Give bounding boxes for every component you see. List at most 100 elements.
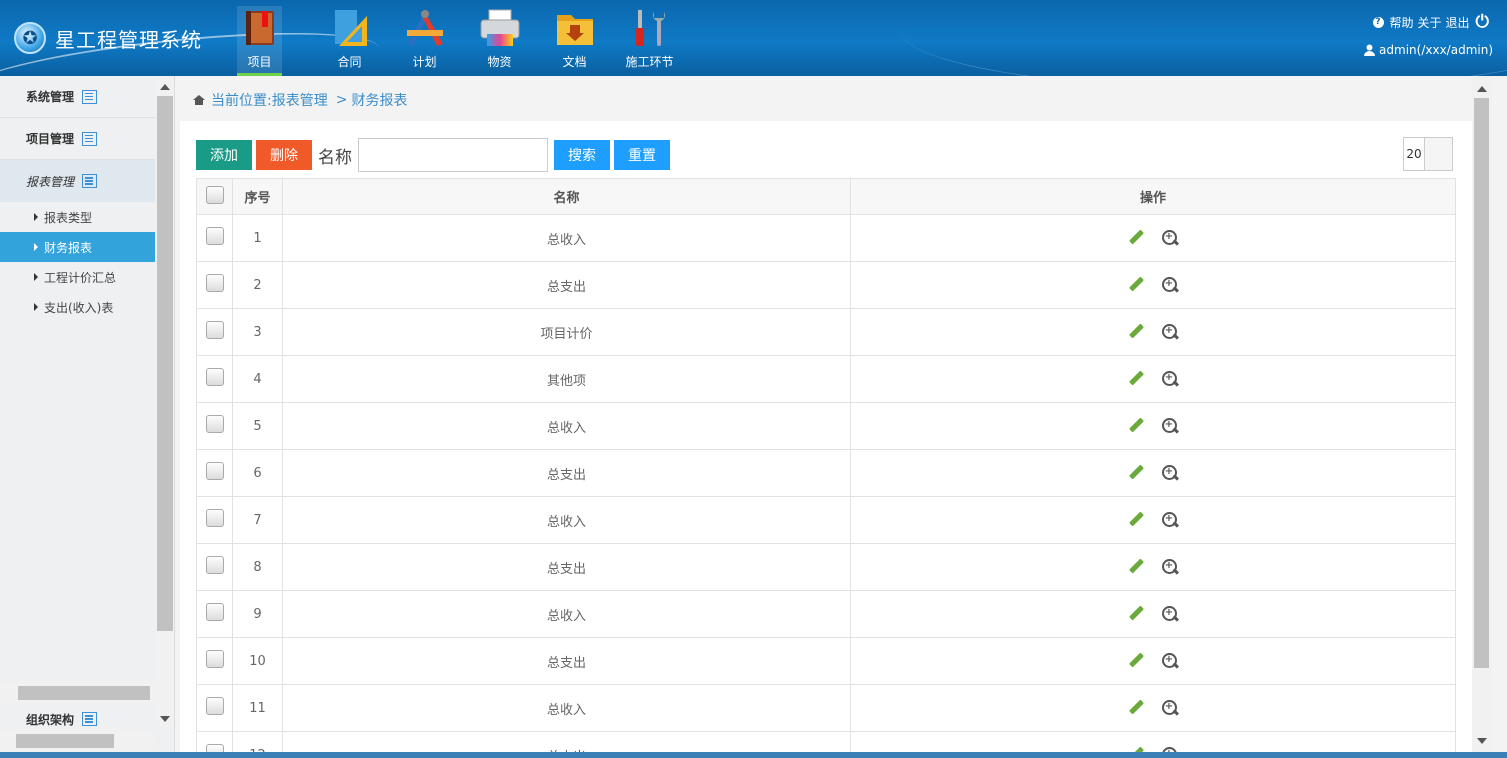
row-check-cell xyxy=(196,214,233,262)
sidebar-section-organization[interactable]: 组织架构 xyxy=(0,706,155,732)
book-icon xyxy=(237,6,282,50)
zoom-in-icon[interactable] xyxy=(1161,652,1179,670)
zoom-in-icon[interactable] xyxy=(1161,323,1179,341)
row-actions xyxy=(851,229,1455,247)
sidebar-inner-hscroll[interactable] xyxy=(0,684,155,702)
breadcrumb-current: 财务报表 xyxy=(351,93,408,109)
power-icon[interactable]: ⏻ xyxy=(1476,12,1489,32)
reset-button[interactable]: 重置 xyxy=(614,140,670,170)
edit-icon[interactable] xyxy=(1128,324,1144,340)
caret-right-icon xyxy=(34,273,38,281)
row-actions xyxy=(851,276,1455,294)
row-checkbox[interactable] xyxy=(205,415,224,433)
nav-item-contract[interactable]: 合同 xyxy=(312,6,387,76)
sidebar-item-pricing-summary[interactable]: 工程计价汇总 xyxy=(0,262,155,292)
edit-icon[interactable] xyxy=(1128,465,1144,481)
sidebar-item-expense-income[interactable]: 支出(收入)表 xyxy=(0,292,155,322)
edit-icon[interactable] xyxy=(1128,512,1144,528)
table-row: 6 总支出 xyxy=(196,449,1456,497)
scrollbar-thumb[interactable] xyxy=(157,96,173,631)
scrollbar-thumb[interactable] xyxy=(18,686,150,700)
nav-label: 合同 xyxy=(337,55,362,69)
zoom-in-icon[interactable] xyxy=(1161,605,1179,623)
row-actions xyxy=(851,605,1455,623)
zoom-in-icon[interactable] xyxy=(1161,558,1179,576)
row-no: 1 xyxy=(232,214,283,262)
edit-icon[interactable] xyxy=(1128,606,1144,622)
scroll-down-icon[interactable] xyxy=(160,716,170,722)
nav-item-construction[interactable]: 施工环节 xyxy=(612,6,687,76)
zoom-in-icon[interactable] xyxy=(1161,229,1179,247)
delete-button[interactable]: 删除 xyxy=(256,140,312,170)
sidebar-section-report[interactable]: 报表管理 xyxy=(0,160,155,202)
page-size-select[interactable]: 20 xyxy=(1403,137,1453,171)
row-checkbox[interactable] xyxy=(205,697,224,715)
nav-item-material[interactable]: 物资 xyxy=(462,6,537,76)
row-actions xyxy=(851,652,1455,670)
scroll-up-icon[interactable] xyxy=(1477,86,1487,92)
edit-icon[interactable] xyxy=(1128,559,1144,575)
sidebar-section-project[interactable]: 项目管理 xyxy=(0,118,155,160)
row-checkbox[interactable] xyxy=(205,509,224,527)
add-button[interactable]: 添加 xyxy=(196,140,252,170)
table-body: 1总收入2总支出3项目计价4其他项5总收入6总支出7总收入8总支出9总收入10总… xyxy=(196,214,1456,758)
row-checkbox[interactable] xyxy=(205,556,224,574)
scroll-down-icon[interactable] xyxy=(1477,738,1487,744)
row-no: 11 xyxy=(232,684,283,732)
scroll-up-icon[interactable] xyxy=(160,84,170,90)
tools-icon xyxy=(628,6,672,50)
help-link[interactable]: 帮助 xyxy=(1390,14,1414,31)
header-check-cell xyxy=(196,178,233,215)
sidebar-hscroll[interactable] xyxy=(0,732,155,750)
row-check-cell xyxy=(196,637,233,685)
row-checkbox[interactable] xyxy=(205,274,224,292)
scrollbar-thumb[interactable] xyxy=(16,734,114,748)
nav-item-plan[interactable]: 计划 xyxy=(387,6,462,76)
row-checkbox[interactable] xyxy=(205,462,224,480)
header-no: 序号 xyxy=(232,178,283,215)
about-link[interactable]: 关于 xyxy=(1418,14,1442,31)
sidebar-item-label: 报表类型 xyxy=(44,210,93,225)
bottom-bar xyxy=(0,752,1507,758)
row-no: 5 xyxy=(232,402,283,450)
nav-item-project[interactable]: 项目 xyxy=(237,6,282,76)
edit-icon[interactable] xyxy=(1128,653,1144,669)
zoom-in-icon[interactable] xyxy=(1161,370,1179,388)
edit-icon[interactable] xyxy=(1128,371,1144,387)
edit-icon[interactable] xyxy=(1128,230,1144,246)
scrollbar-thumb[interactable] xyxy=(1474,98,1489,668)
zoom-in-icon[interactable] xyxy=(1161,276,1179,294)
row-no: 8 xyxy=(232,543,283,591)
help-icon: ? xyxy=(1372,16,1384,28)
row-checkbox[interactable] xyxy=(205,227,224,245)
sidebar-section-system[interactable]: 系统管理 xyxy=(0,76,155,118)
edit-icon[interactable] xyxy=(1128,418,1144,434)
select-all-checkbox[interactable] xyxy=(205,185,224,204)
section-label: 项目管理 xyxy=(26,132,75,146)
edit-icon[interactable] xyxy=(1128,700,1144,716)
nav-label: 物资 xyxy=(487,55,512,69)
zoom-in-icon[interactable] xyxy=(1161,699,1179,717)
logout-link[interactable]: 退出 xyxy=(1446,14,1470,31)
zoom-in-icon[interactable] xyxy=(1161,464,1179,482)
zoom-in-icon[interactable] xyxy=(1161,417,1179,435)
row-checkbox[interactable] xyxy=(205,603,224,621)
caret-right-icon xyxy=(34,213,38,221)
sidebar-vscroll[interactable] xyxy=(156,76,174,726)
sidebar-item-financial-report[interactable]: 财务报表 xyxy=(0,232,155,262)
nav-item-document[interactable]: 文档 xyxy=(537,6,612,76)
page-size-dropdown[interactable] xyxy=(1424,138,1452,170)
table-row: 5 总收入 xyxy=(196,402,1456,450)
row-checkbox[interactable] xyxy=(205,650,224,668)
zoom-in-icon[interactable] xyxy=(1161,511,1179,529)
toolbar: 添加 删除 名称 搜索 重置 xyxy=(196,138,670,172)
row-ops xyxy=(850,637,1456,685)
search-button[interactable]: 搜索 xyxy=(554,140,610,170)
name-search-input[interactable] xyxy=(358,138,548,172)
row-checkbox[interactable] xyxy=(205,321,224,339)
sidebar-item-report-type[interactable]: 报表类型 xyxy=(0,202,155,232)
main-vscroll[interactable] xyxy=(1472,76,1492,758)
row-checkbox[interactable] xyxy=(205,368,224,386)
breadcrumb-path[interactable]: 报表管理 xyxy=(272,90,328,110)
edit-icon[interactable] xyxy=(1128,277,1144,293)
